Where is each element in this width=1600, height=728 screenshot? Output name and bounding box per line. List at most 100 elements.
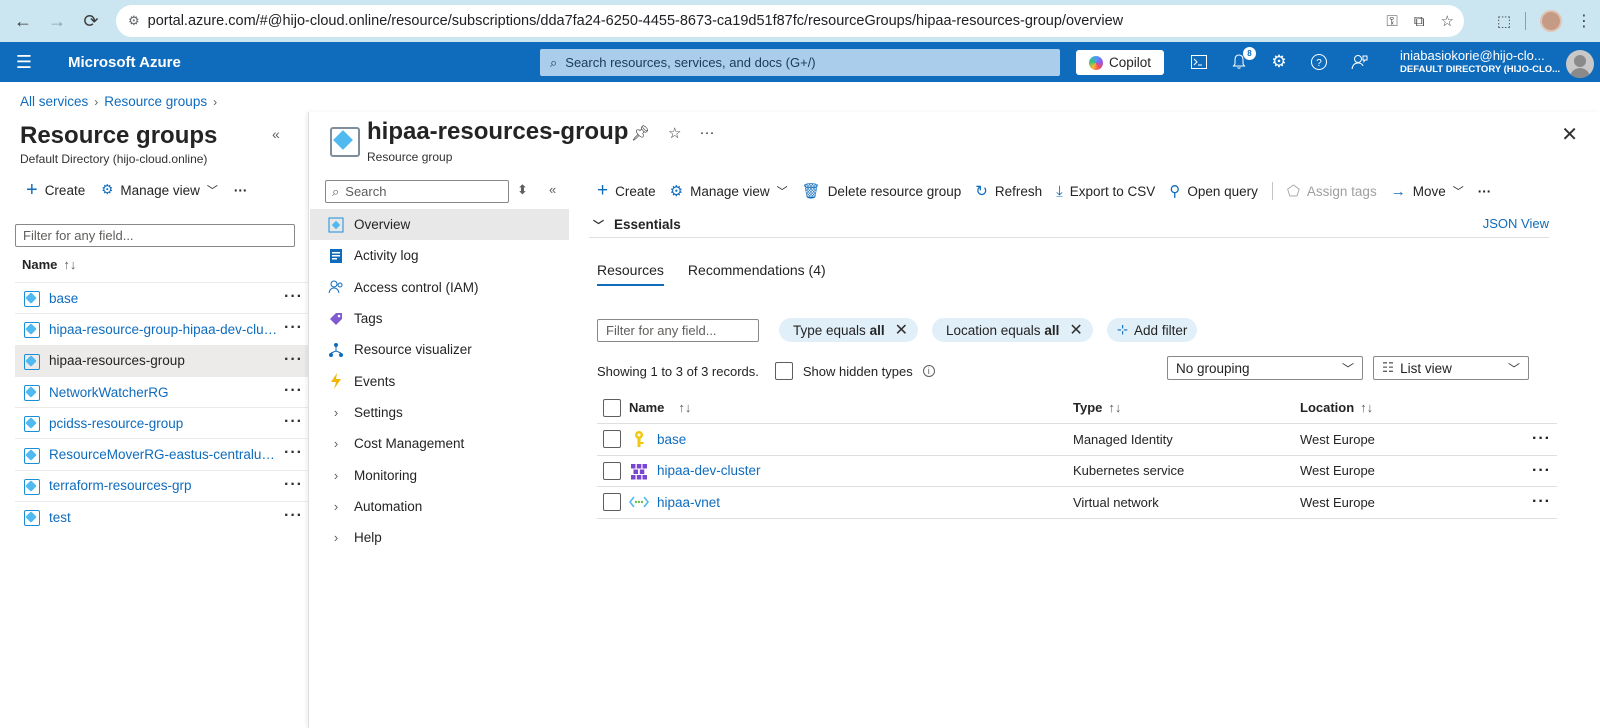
menu-item-settings[interactable]: › Settings [310, 397, 569, 428]
row-more-icon[interactable]: ··· [284, 382, 303, 400]
remove-filter-icon[interactable]: ✕ [1069, 320, 1082, 340]
resource-group-link[interactable]: test [49, 510, 71, 525]
move-button[interactable]: → Move ﹀ [1391, 183, 1464, 200]
menu-item-access-control-iam[interactable]: Access control (IAM) [310, 272, 569, 303]
type-column-header[interactable]: Type ↑↓ [1073, 400, 1121, 415]
refresh-button[interactable]: ↻ Refresh [975, 182, 1042, 200]
row-more-icon[interactable]: ··· [284, 444, 303, 462]
select-all-checkbox[interactable] [603, 398, 621, 417]
resource-group-link[interactable]: pcidss-resource-group [49, 416, 183, 431]
collapse-panel-icon[interactable]: « [272, 126, 280, 142]
type-filter-pill[interactable]: Type equals all ✕ [779, 318, 918, 342]
list-item[interactable]: hipaa-resource-group-hipaa-dev-cluster ··… [15, 313, 309, 344]
menu-item-monitoring[interactable]: › Monitoring [310, 459, 569, 490]
account-menu[interactable]: iniabasiokorie@hijo-clo... DEFAULT DIREC… [1400, 48, 1560, 75]
list-item[interactable]: terraform-resources-grp ··· [15, 469, 309, 501]
add-filter-button[interactable]: ⊹ Add filter [1106, 318, 1198, 342]
view-dropdown[interactable]: ☷ List view ﹀ [1373, 356, 1529, 380]
expand-collapse-icon[interactable]: ⬍ [517, 182, 528, 198]
list-item[interactable]: hipaa-resources-group ··· [15, 344, 309, 376]
key-icon[interactable]: ⚿ [1386, 13, 1397, 30]
row-checkbox[interactable] [603, 461, 621, 480]
browser-profile-avatar[interactable] [1540, 10, 1562, 32]
resource-group-link[interactable]: NetworkWatcherRG [49, 385, 169, 400]
breadcrumb-all-services[interactable]: All services [20, 94, 88, 109]
resource-group-link[interactable]: base [49, 291, 78, 306]
resource-group-link[interactable]: hipaa-resources-group [49, 353, 185, 368]
pin-icon[interactable]: 📌︎ [631, 124, 650, 142]
notifications-icon[interactable]: 8 [1228, 47, 1256, 73]
portal-menu-icon[interactable]: ☰ [0, 42, 48, 82]
export-csv-button[interactable]: ⤓ Export to CSV [1056, 183, 1155, 200]
extensions-icon[interactable]: ⬚ [1497, 12, 1511, 30]
back-icon[interactable]: ← [6, 4, 40, 38]
list-item[interactable]: pcidss-resource-group ··· [15, 407, 309, 438]
browser-menu-icon[interactable]: ⋮ [1576, 11, 1592, 31]
name-column-header[interactable]: Name ↑↓ [22, 257, 76, 272]
row-more-icon[interactable]: ··· [284, 476, 303, 494]
row-more-icon[interactable]: ··· [1532, 462, 1551, 480]
menu-item-help[interactable]: › Help [310, 522, 569, 553]
menu-item-tags[interactable]: Tags [310, 303, 569, 334]
manage-view-button[interactable]: ⚙ Manage view ﹀ [670, 182, 788, 200]
location-filter-pill[interactable]: Location equals all ✕ [931, 318, 1093, 342]
settings-gear-icon[interactable]: ⚙ [1268, 51, 1290, 73]
json-view-link[interactable]: JSON View [1483, 216, 1549, 231]
forward-icon[interactable]: → [40, 4, 74, 38]
menu-item-cost-management[interactable]: › Cost Management [310, 428, 569, 459]
list-item[interactable]: NetworkWatcherRG ··· [15, 375, 309, 407]
favorite-star-icon[interactable]: ☆ [668, 124, 681, 142]
breadcrumb-resource-groups[interactable]: Resource groups [104, 94, 207, 109]
resource-group-link[interactable]: hipaa-resource-group-hipaa-dev-cluster [49, 322, 281, 337]
create-resource-button[interactable]: + Create [597, 180, 656, 202]
list-item[interactable]: base ··· [15, 282, 309, 313]
grouping-dropdown[interactable]: No grouping ﹀ [1167, 356, 1363, 380]
menu-search-input[interactable]: ⌕ Search [325, 180, 509, 203]
row-more-icon[interactable]: ··· [284, 319, 303, 337]
location-column-header[interactable]: Location ↑↓ [1300, 400, 1373, 415]
create-button[interactable]: + Create [26, 180, 85, 200]
resource-link[interactable]: hipaa-vnet [657, 495, 720, 510]
feedback-icon[interactable] [1348, 51, 1370, 73]
row-more-icon[interactable]: ··· [284, 288, 303, 306]
row-checkbox[interactable] [603, 493, 621, 512]
row-more-icon[interactable]: ··· [284, 413, 303, 431]
close-icon[interactable]: ✕ [1561, 122, 1578, 147]
resource-link[interactable]: hipaa-dev-cluster [657, 463, 761, 478]
resource-group-link[interactable]: ResourceMoverRG-eastus-centralus-eus2 [49, 447, 281, 462]
info-icon[interactable]: i [922, 365, 935, 377]
menu-item-resource-visualizer[interactable]: Resource visualizer [310, 334, 569, 365]
row-more-icon[interactable]: ··· [1532, 493, 1551, 511]
name-column-header[interactable]: Name ↑↓ [629, 400, 691, 415]
resource-link[interactable]: base [657, 432, 686, 447]
collapse-menu-icon[interactable]: « [549, 182, 556, 197]
list-item[interactable]: ResourceMoverRG-eastus-centralus-eus2 ··· [15, 438, 309, 469]
copilot-button[interactable]: Copilot [1076, 50, 1164, 75]
user-avatar[interactable] [1566, 50, 1594, 78]
menu-item-overview[interactable]: Overview [310, 209, 569, 241]
cloud-shell-icon[interactable] [1188, 51, 1210, 73]
delete-resource-group-button[interactable]: 🗑︎ Delete resource group [802, 182, 962, 200]
install-icon[interactable]: ⧉ [1414, 13, 1425, 30]
resource-group-link[interactable]: terraform-resources-grp [49, 478, 192, 493]
menu-item-activity-log[interactable]: Activity log [310, 240, 569, 271]
azure-brand[interactable]: Microsoft Azure [68, 54, 181, 71]
tab-recommendations[interactable]: Recommendations (4) [688, 262, 826, 286]
reload-icon[interactable]: ⟳ [74, 4, 108, 38]
more-commands-icon[interactable]: ··· [1478, 184, 1492, 199]
show-hidden-types-checkbox[interactable] [774, 362, 793, 380]
remove-filter-icon[interactable]: ✕ [895, 320, 908, 340]
row-more-icon[interactable]: ··· [1532, 430, 1551, 448]
assign-tags-button[interactable]: ⬠ Assign tags [1287, 182, 1377, 200]
help-icon[interactable]: ? [1308, 51, 1330, 73]
manage-view-button[interactable]: ⚙ Manage view ﹀ [101, 182, 218, 198]
tab-resources[interactable]: Resources [597, 262, 664, 286]
open-query-button[interactable]: ⚲ Open query [1169, 182, 1258, 200]
essentials-header[interactable]: ﹀ Essentials JSON View [589, 212, 1549, 238]
global-search-input[interactable]: ⌕ Search resources, services, and docs (… [540, 49, 1060, 76]
resource-filter-input[interactable]: Filter for any field... [597, 318, 759, 342]
menu-item-automation[interactable]: › Automation [310, 491, 569, 522]
row-checkbox[interactable] [603, 430, 621, 449]
address-bar[interactable]: ⚙ portal.azure.com/#@hijo-cloud.online/r… [116, 5, 1464, 37]
row-more-icon[interactable]: ··· [284, 351, 303, 369]
